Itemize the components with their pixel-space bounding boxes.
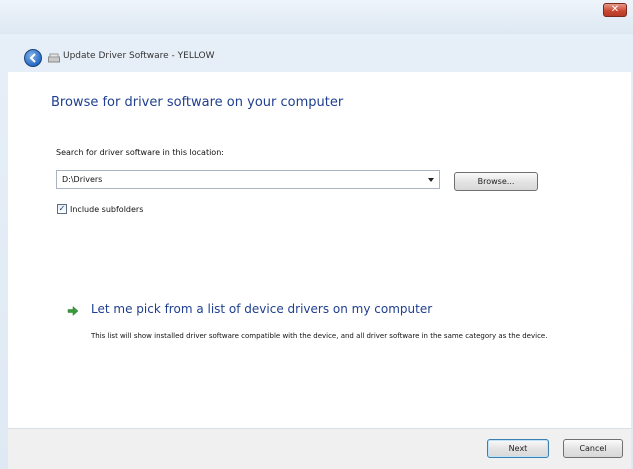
chevron-down-icon[interactable] (428, 178, 434, 182)
close-button[interactable]: ✕ (603, 3, 627, 17)
back-button[interactable] (24, 49, 42, 67)
title-bar: ✕ (0, 0, 633, 34)
cancel-button[interactable]: Cancel (563, 439, 623, 458)
device-icon (48, 53, 60, 63)
content-panel (8, 72, 631, 428)
pick-from-list-link[interactable]: Let me pick from a list of device driver… (91, 302, 432, 316)
next-button[interactable]: Next (487, 439, 549, 458)
include-subfolders-label[interactable]: Include subfolders (70, 205, 143, 214)
include-subfolders-checkbox[interactable]: ✓ (57, 204, 67, 214)
pick-from-list-description: This list will show installed driver sof… (91, 332, 548, 340)
page-heading: Browse for driver software on your compu… (51, 95, 344, 110)
checkmark-icon: ✓ (58, 204, 66, 213)
browse-button[interactable]: Browse... (454, 172, 538, 191)
green-arrow-icon (67, 305, 79, 317)
window-title: Update Driver Software - YELLOW (63, 51, 215, 61)
search-location-label: Search for driver software in this locat… (56, 148, 224, 157)
driver-path-combobox[interactable]: D:\Drivers (56, 170, 440, 189)
dialog-window: ✕ Update Driver Software - YELLOW Browse… (0, 0, 633, 469)
back-arrow-icon (29, 53, 36, 63)
close-icon: ✕ (610, 4, 620, 15)
driver-path-value: D:\Drivers (62, 175, 103, 184)
